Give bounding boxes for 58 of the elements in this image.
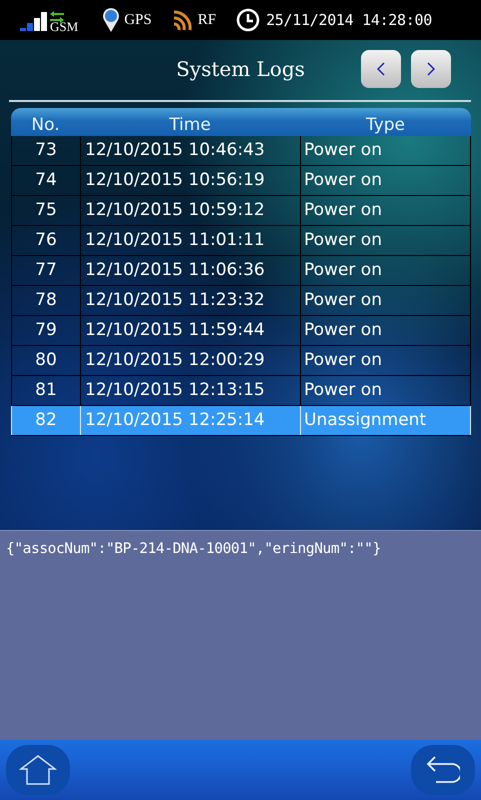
column-header[interactable]: No. — [11, 114, 80, 136]
page-title: System Logs — [176, 57, 305, 81]
table-cell: 12/10/2015 12:13:15 — [80, 376, 300, 405]
table-cell: 12/10/2015 11:01:11 — [80, 226, 300, 255]
table-cell: 12/10/2015 11:59:44 — [80, 316, 300, 345]
table-cell: 74 — [11, 166, 80, 195]
table-cell: 12/10/2015 12:00:29 — [80, 346, 300, 375]
chevron-left-icon — [377, 62, 385, 76]
table-cell: Unassignment — [300, 406, 471, 435]
table-cell: Power on — [300, 316, 471, 345]
table-row[interactable]: 75 12/10/2015 10:59:12 Power on — [11, 196, 471, 226]
previous-button[interactable] — [361, 50, 401, 88]
table-cell: Power on — [300, 166, 471, 195]
table-row[interactable]: 79 12/10/2015 11:59:44 Power on — [11, 316, 471, 346]
table-cell: Power on — [300, 136, 471, 165]
table-cell: Power on — [300, 286, 471, 315]
table-cell: Power on — [300, 226, 471, 255]
column-header[interactable]: Type — [300, 114, 471, 136]
back-button[interactable] — [411, 745, 475, 795]
table-cell: 12/10/2015 11:23:32 — [80, 286, 300, 315]
location-pin-icon — [102, 7, 120, 33]
table-row[interactable]: 80 12/10/2015 12:00:29 Power on — [11, 346, 471, 376]
table-cell: 81 — [11, 376, 80, 405]
gsm-label: GSM — [50, 19, 78, 35]
gps-label: GPS — [124, 12, 152, 28]
table-row[interactable]: 73 12/10/2015 10:46:43 Power on — [11, 136, 471, 166]
column-header[interactable]: Time — [80, 114, 300, 136]
table-cell: 76 — [11, 226, 80, 255]
home-button[interactable] — [6, 745, 70, 795]
table-row[interactable]: 78 12/10/2015 11:23:32 Power on — [11, 286, 471, 316]
table-cell: 77 — [11, 256, 80, 285]
table-row[interactable]: 76 12/10/2015 11:01:11 Power on — [11, 226, 471, 256]
table-cell: 12/10/2015 10:56:19 — [80, 166, 300, 195]
table-cell: 12/10/2015 12:25:14 — [80, 406, 300, 435]
table-row[interactable]: 74 12/10/2015 10:56:19 Power on — [11, 166, 471, 196]
table-cell: 75 — [11, 196, 80, 225]
table-cell: Power on — [300, 256, 471, 285]
back-arrow-icon — [426, 756, 460, 784]
rf-label: RF — [198, 12, 216, 28]
next-button[interactable] — [411, 50, 451, 88]
table-row[interactable]: 77 12/10/2015 11:06:36 Power on — [11, 256, 471, 286]
table-cell: 73 — [11, 136, 80, 165]
table-cell: 79 — [11, 316, 80, 345]
table-cell: 80 — [11, 346, 80, 375]
chevron-right-icon — [427, 62, 435, 76]
table-cell: Power on — [300, 346, 471, 375]
home-icon — [19, 755, 57, 785]
table-cell: 12/10/2015 10:59:12 — [80, 196, 300, 225]
table-cell: Power on — [300, 196, 471, 225]
detail-text: {"assocNum":"BP-214-DNA-10001","eringNum":""} — [6, 541, 382, 557]
date-time: 25/11/2014 14:28:00 — [266, 11, 432, 29]
table-cell: Power on — [300, 376, 471, 405]
table-cell: 12/10/2015 10:46:43 — [80, 136, 300, 165]
table-cell: 78 — [11, 286, 80, 315]
table-cell: 12/10/2015 11:06:36 — [80, 256, 300, 285]
signal-waves-icon — [172, 8, 194, 32]
clock-icon — [236, 8, 260, 32]
table-cell: 82 — [11, 406, 80, 435]
